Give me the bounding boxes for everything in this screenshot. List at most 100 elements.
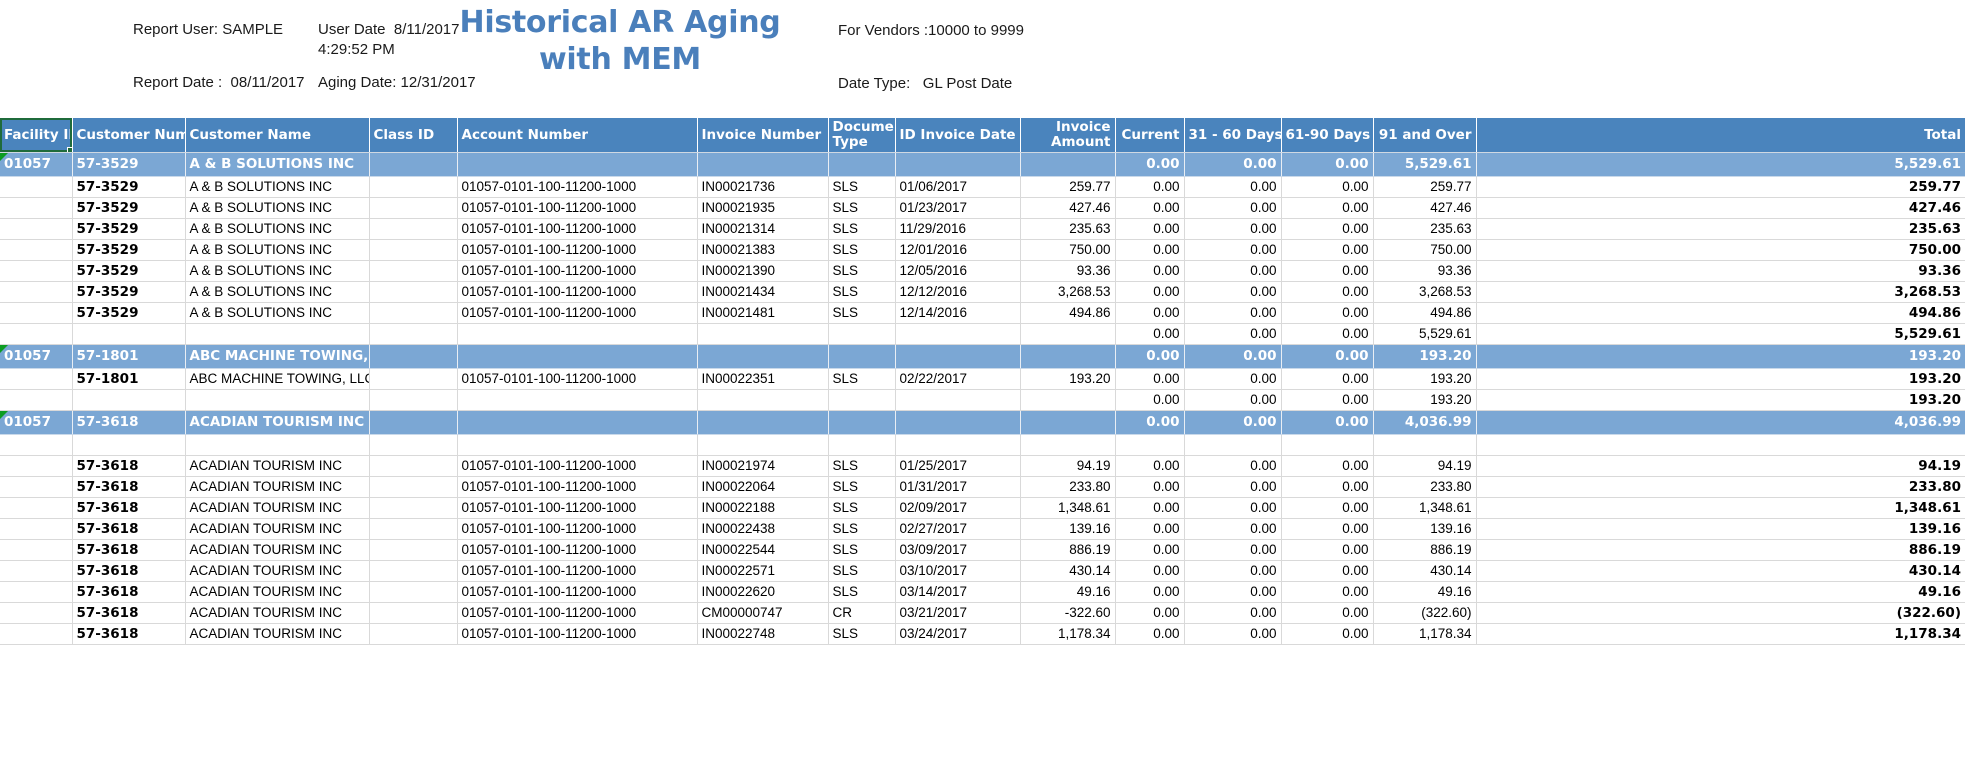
cell-facility-id[interactable] — [0, 623, 73, 645]
customer-subtotal-row[interactable]: 0.00 0.00 0.00 5,529.61 5,529.61 — [0, 323, 1965, 345]
cell-days-61-90[interactable]: 0.00 — [1281, 197, 1374, 219]
cell-invoice-date[interactable]: 03/14/2017 — [895, 581, 1021, 603]
column-header-document-type[interactable]: Document Type — [828, 118, 896, 153]
cell-class-id[interactable] — [369, 560, 458, 582]
cell-invoice-date[interactable]: 01/31/2017 — [895, 476, 1021, 498]
cell-customer-number[interactable] — [72, 389, 186, 411]
cell-class-id[interactable] — [369, 323, 458, 345]
cell-invoice-amount[interactable] — [1020, 409, 1116, 435]
cell-days-31-60[interactable] — [1184, 434, 1282, 456]
cell-document-type[interactable] — [828, 323, 896, 345]
cell-total[interactable]: 427.46 — [1476, 197, 1965, 219]
cell-total[interactable]: 193.20 — [1476, 368, 1965, 390]
cell-invoice-date[interactable]: 01/23/2017 — [895, 197, 1021, 219]
cell-account-number[interactable]: 01057-0101-100-11200-1000 — [457, 197, 698, 219]
cell-class-id[interactable] — [369, 455, 458, 477]
cell-facility-id[interactable] — [0, 539, 73, 561]
cell-facility-id[interactable] — [0, 518, 73, 540]
cell-invoice-amount[interactable]: 886.19 — [1020, 539, 1116, 561]
column-header-current[interactable]: Current — [1115, 118, 1185, 153]
cell-facility-id[interactable] — [0, 455, 73, 477]
cell-total[interactable] — [1476, 434, 1965, 456]
table-row[interactable]: 57-3529 A & B SOLUTIONS INC 01057-0101-100… — [0, 239, 1965, 261]
cell-facility-id[interactable] — [0, 560, 73, 582]
cell-document-type[interactable] — [828, 434, 896, 456]
column-header-class-id[interactable]: Class ID — [369, 118, 458, 153]
cell-customer-number[interactable]: 57-3529 — [72, 176, 186, 198]
cell-class-id[interactable] — [369, 218, 458, 240]
cell-customer-name[interactable]: ABC MACHINE TOWING, LLC — [185, 343, 370, 369]
cell-facility-id[interactable] — [0, 176, 73, 198]
cell-class-id[interactable] — [369, 476, 458, 498]
cell-customer-name[interactable]: ACADIAN TOURISM INC — [185, 602, 370, 624]
cell-days-91-and-over[interactable]: 93.36 — [1373, 260, 1477, 282]
cell-invoice-number[interactable]: IN00022620 — [697, 581, 829, 603]
cell-days-61-90[interactable]: 0.00 — [1281, 497, 1374, 519]
table-row[interactable]: 57-3618 ACADIAN TOURISM INC 01057-0101-100… — [0, 539, 1965, 561]
cell-days-91-and-over[interactable]: 5,529.61 — [1373, 151, 1477, 177]
cell-total[interactable]: (322.60) — [1476, 602, 1965, 624]
cell-current[interactable]: 0.00 — [1115, 323, 1185, 345]
cell-invoice-date[interactable]: 03/21/2017 — [895, 602, 1021, 624]
cell-facility-id[interactable] — [0, 602, 73, 624]
cell-total[interactable]: 193.20 — [1476, 389, 1965, 411]
cell-facility-id[interactable] — [0, 434, 73, 456]
cell-class-id[interactable] — [369, 197, 458, 219]
cell-days-61-90[interactable]: 0.00 — [1281, 409, 1374, 435]
cell-customer-number[interactable]: 57-3618 — [72, 497, 186, 519]
column-header-customer-name[interactable]: Customer Name — [185, 118, 370, 153]
cell-account-number[interactable] — [457, 343, 698, 369]
cell-days-61-90[interactable]: 0.00 — [1281, 218, 1374, 240]
cell-invoice-amount[interactable] — [1020, 151, 1116, 177]
cell-invoice-number[interactable]: IN00021481 — [697, 302, 829, 324]
cell-document-type[interactable]: SLS — [828, 260, 896, 282]
cell-total[interactable]: 139.16 — [1476, 518, 1965, 540]
cell-invoice-number[interactable]: IN00022438 — [697, 518, 829, 540]
cell-days-91-and-over[interactable]: 233.80 — [1373, 476, 1477, 498]
cell-invoice-amount[interactable]: 750.00 — [1020, 239, 1116, 261]
cell-document-type[interactable] — [828, 389, 896, 411]
cell-invoice-amount[interactable]: 235.63 — [1020, 218, 1116, 240]
cell-days-31-60[interactable]: 0.00 — [1184, 602, 1282, 624]
cell-invoice-amount[interactable]: 1,178.34 — [1020, 623, 1116, 645]
cell-invoice-amount[interactable]: 1,348.61 — [1020, 497, 1116, 519]
cell-invoice-date[interactable]: 01/06/2017 — [895, 176, 1021, 198]
cell-class-id[interactable] — [369, 409, 458, 435]
cell-days-31-60[interactable]: 0.00 — [1184, 560, 1282, 582]
table-row[interactable]: 57-3529 A & B SOLUTIONS INC 01057-0101-100… — [0, 260, 1965, 282]
cell-days-91-and-over[interactable]: 5,529.61 — [1373, 323, 1477, 345]
cell-facility-id[interactable] — [0, 368, 73, 390]
cell-days-91-and-over[interactable]: 193.20 — [1373, 389, 1477, 411]
cell-total[interactable]: 430.14 — [1476, 560, 1965, 582]
cell-customer-name[interactable]: A & B SOLUTIONS INC — [185, 260, 370, 282]
cell-invoice-number[interactable]: IN00022571 — [697, 560, 829, 582]
cell-invoice-number[interactable] — [697, 434, 829, 456]
table-row[interactable]: 57-1801 ABC MACHINE TOWING, LLC 01057-0101… — [0, 368, 1965, 390]
cell-current[interactable]: 0.00 — [1115, 368, 1185, 390]
cell-days-61-90[interactable] — [1281, 434, 1374, 456]
cell-facility-id[interactable] — [0, 302, 73, 324]
cell-class-id[interactable] — [369, 539, 458, 561]
cell-days-91-and-over[interactable]: (322.60) — [1373, 602, 1477, 624]
cell-account-number[interactable]: 01057-0101-100-11200-1000 — [457, 218, 698, 240]
cell-invoice-number[interactable] — [697, 389, 829, 411]
cell-invoice-date[interactable] — [895, 389, 1021, 411]
cell-invoice-number[interactable]: IN00022748 — [697, 623, 829, 645]
cell-document-type[interactable] — [828, 409, 896, 435]
customer-group-row[interactable]: 01057 57-3618 ACADIAN TOURISM INC 0.00 0.00 0… — [0, 409, 1965, 435]
cell-days-61-90[interactable]: 0.00 — [1281, 176, 1374, 198]
cell-invoice-amount[interactable]: 94.19 — [1020, 455, 1116, 477]
cell-days-31-60[interactable]: 0.00 — [1184, 151, 1282, 177]
cell-invoice-number[interactable]: IN00022544 — [697, 539, 829, 561]
column-header-91-and-over[interactable]: 91 and Over — [1373, 118, 1477, 153]
cell-invoice-date[interactable] — [895, 323, 1021, 345]
customer-group-row[interactable]: 01057 57-3529 A & B SOLUTIONS INC 0.00 0.00 0… — [0, 151, 1965, 177]
cell-invoice-number[interactable] — [697, 323, 829, 345]
cell-customer-name[interactable]: ACADIAN TOURISM INC — [185, 623, 370, 645]
cell-customer-name[interactable]: A & B SOLUTIONS INC — [185, 176, 370, 198]
cell-account-number[interactable]: 01057-0101-100-11200-1000 — [457, 302, 698, 324]
cell-total[interactable]: 259.77 — [1476, 176, 1965, 198]
cell-days-31-60[interactable]: 0.00 — [1184, 497, 1282, 519]
cell-invoice-date[interactable]: 01/25/2017 — [895, 455, 1021, 477]
cell-facility-id[interactable] — [0, 260, 73, 282]
